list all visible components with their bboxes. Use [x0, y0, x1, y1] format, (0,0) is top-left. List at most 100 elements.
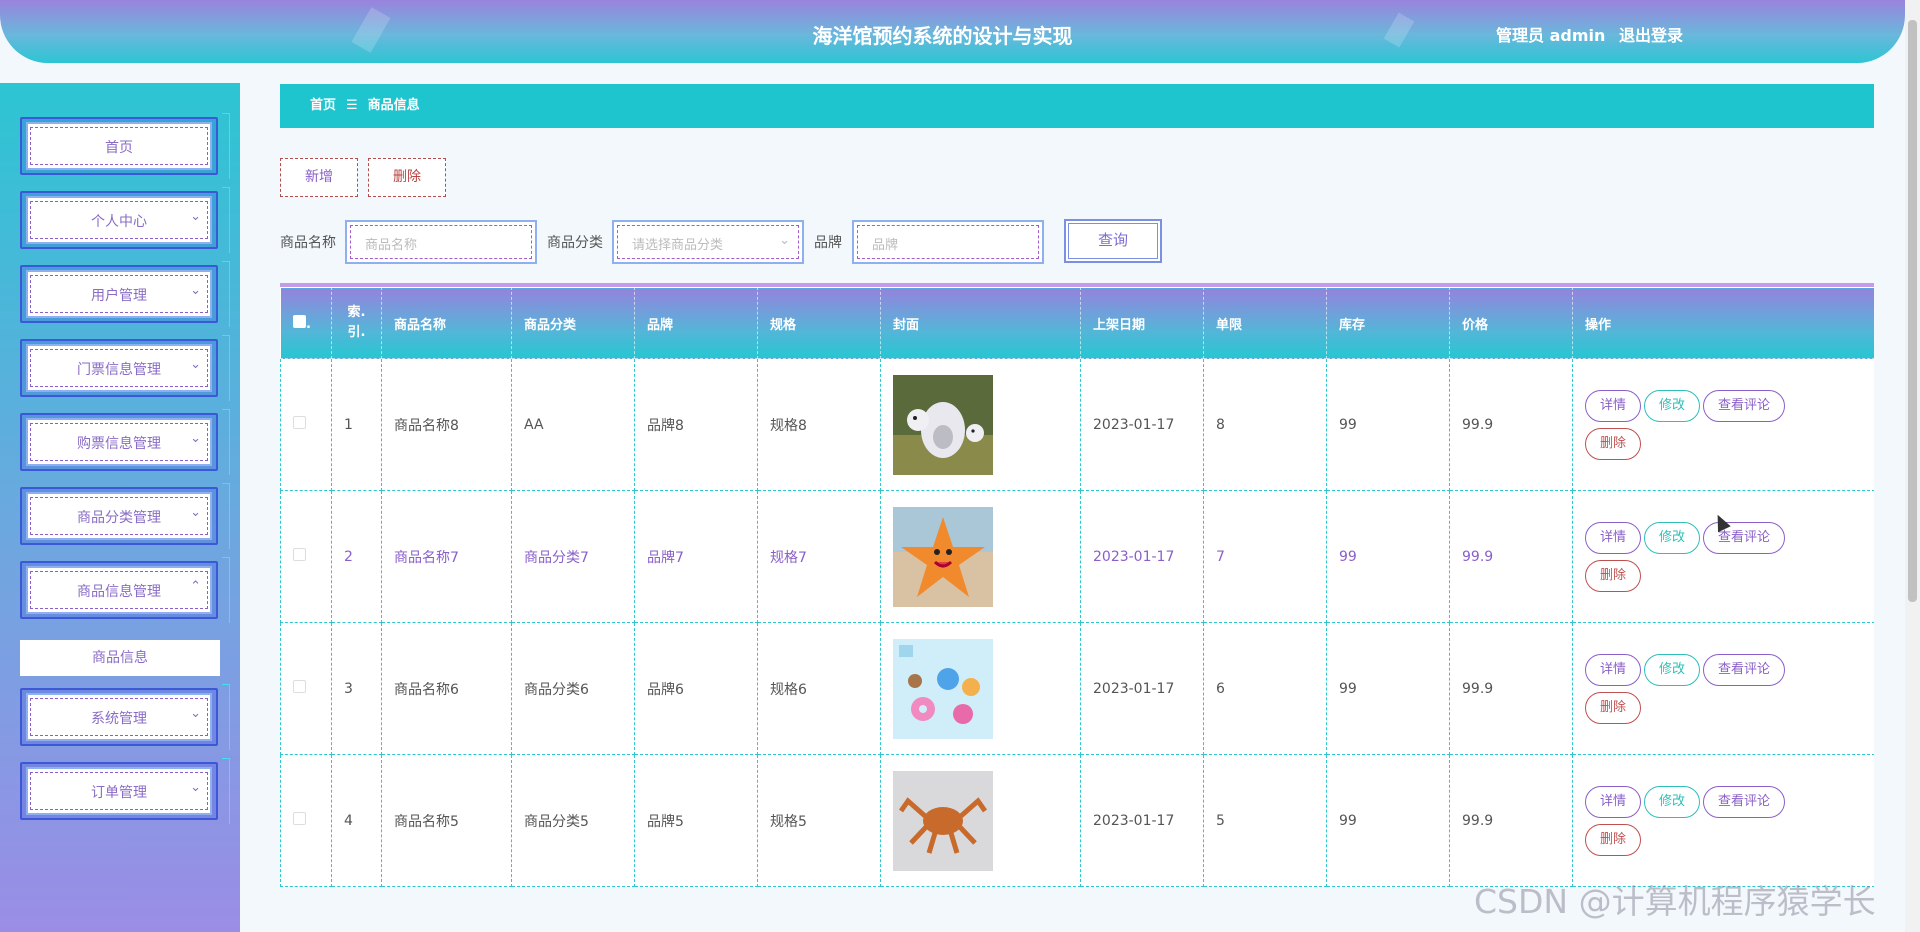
row-checkbox[interactable]	[293, 680, 306, 693]
delete-button[interactable]: 删除	[368, 158, 446, 197]
row-delete-button[interactable]: 删除	[1585, 823, 1642, 856]
menu-decoration	[222, 758, 230, 824]
row-checkbox[interactable]	[293, 548, 306, 561]
select-all-header[interactable]: .	[280, 287, 332, 359]
page-scrollbar[interactable]	[1905, 0, 1920, 932]
breadcrumb-home[interactable]: 首页	[310, 98, 336, 113]
chevron-down-icon: ⌄	[190, 505, 201, 520]
detail-button[interactable]: 详情	[1585, 785, 1642, 818]
detail-button[interactable]: 详情	[1585, 653, 1642, 686]
menu-decoration	[222, 684, 230, 750]
sidebar-item-5[interactable]: 商品分类管理 ⌄	[20, 483, 230, 549]
header-category: 商品分类	[511, 287, 635, 359]
edit-button[interactable]: 修改	[1644, 785, 1701, 818]
cover-image	[893, 506, 993, 607]
table-row[interactable]: 3 商品名称6 商品分类6 品牌6 规格6 2023-01-17 6 99 99.9 详情 修改 查看…	[280, 622, 1874, 755]
table-row[interactable]: 2 商品名称7 商品分类7 品牌7 规格7 2023-01-17 7 99 99.9 详情 修改 查看…	[280, 490, 1874, 623]
row-select-cell[interactable]	[280, 754, 332, 887]
name-placeholder: 商品名称	[365, 238, 418, 253]
cell-limit: 5	[1203, 754, 1327, 887]
table-row[interactable]: 1 商品名称8 AA 品牌8 规格8 2023-01-17 8 99 99.9 详情 修改 查看评论删…	[280, 358, 1874, 491]
detail-button[interactable]: 详情	[1585, 389, 1642, 422]
sidebar-item-7[interactable]: 系统管理 ⌄	[20, 684, 230, 750]
cell-brand: 品牌8	[634, 358, 758, 491]
select-all-checkbox[interactable]	[293, 314, 306, 328]
sidebar-item-8[interactable]: 订单管理 ⌄	[20, 758, 230, 824]
category-label: 商品分类	[547, 235, 603, 251]
cell-name: 商品名称7	[381, 490, 512, 623]
row-checkbox[interactable]	[293, 416, 306, 429]
cell-date: 2023-01-17	[1080, 358, 1204, 491]
row-checkbox[interactable]	[293, 812, 306, 825]
cell-date: 2023-01-17	[1080, 622, 1204, 755]
chevron-up-icon: ⌃	[190, 579, 201, 594]
sidebar-item-6[interactable]: 商品信息管理 ⌃	[20, 557, 230, 623]
table-row[interactable]: 4 商品名称5 商品分类5 品牌5 规格5 2023-01-17 5 99 99.9 详情 修改 查看…	[280, 754, 1874, 887]
query-button[interactable]: 查询	[1064, 219, 1162, 263]
cell-stock: 99	[1326, 490, 1450, 623]
sidebar-item-0[interactable]: 首页	[20, 113, 230, 179]
menu-decoration	[222, 483, 230, 549]
cell-limit: 7	[1203, 490, 1327, 623]
chevron-down-icon: ⌄	[190, 780, 201, 795]
menu-decoration	[222, 335, 230, 401]
submenu-item-product-info[interactable]: 商品信息	[20, 640, 220, 676]
name-input[interactable]: 商品名称	[345, 220, 537, 264]
user-label: 管理员 admin	[1496, 26, 1606, 45]
brand-input[interactable]: 品牌	[852, 220, 1044, 264]
cell-brand: 品牌6	[634, 622, 758, 755]
cell-actions: 详情 修改 查看评论删除	[1572, 754, 1874, 887]
cell-category: 商品分类6	[511, 622, 635, 755]
sidebar-item-2[interactable]: 用户管理 ⌄	[20, 261, 230, 327]
cell-spec: 规格8	[757, 358, 881, 491]
cover-image	[893, 770, 993, 871]
chevron-down-icon: ⌄	[190, 209, 201, 224]
cell-category: 商品分类5	[511, 754, 635, 887]
cell-spec: 规格6	[757, 622, 881, 755]
cell-price: 99.9	[1449, 622, 1573, 755]
cell-name: 商品名称6	[381, 622, 512, 755]
header-date: 上架日期	[1080, 287, 1204, 359]
cover-image	[893, 638, 993, 739]
breadcrumb-separator-icon: ☰	[346, 98, 358, 113]
add-button[interactable]: 新增	[280, 158, 358, 197]
menu-decoration	[222, 557, 230, 623]
cell-stock: 99	[1326, 358, 1450, 491]
category-placeholder: 请选择商品分类	[632, 238, 724, 253]
sidebar-item-4[interactable]: 购票信息管理 ⌄	[20, 409, 230, 475]
cell-stock: 99	[1326, 622, 1450, 755]
edit-button[interactable]: 修改	[1644, 653, 1701, 686]
category-select[interactable]: 请选择商品分类 ⌄	[612, 220, 804, 264]
view-comments-button[interactable]: 查看评论	[1703, 653, 1786, 686]
logout-link[interactable]: 退出登录	[1619, 26, 1683, 45]
row-delete-button[interactable]: 删除	[1585, 559, 1642, 592]
sidebar-item-label: 商品信息管理	[77, 584, 161, 600]
sidebar-item-label: 订单管理	[91, 785, 147, 801]
row-delete-button[interactable]: 删除	[1585, 427, 1642, 460]
cell-limit: 6	[1203, 622, 1327, 755]
detail-button[interactable]: 详情	[1585, 521, 1642, 554]
sidebar-item-1[interactable]: 个人中心 ⌄	[20, 187, 230, 253]
view-comments-button[interactable]: 查看评论	[1703, 389, 1786, 422]
sidebar-item-label: 商品分类管理	[77, 510, 161, 526]
row-select-cell[interactable]	[280, 490, 332, 623]
edit-button[interactable]: 修改	[1644, 521, 1701, 554]
cell-index: 3	[331, 622, 382, 755]
row-select-cell[interactable]	[280, 358, 332, 491]
cover-image	[893, 374, 993, 475]
user-info: 管理员 admin 退出登录	[1488, 22, 1683, 46]
view-comments-button[interactable]: 查看评论	[1703, 785, 1786, 818]
row-select-cell[interactable]	[280, 622, 332, 755]
cell-name: 商品名称5	[381, 754, 512, 887]
cell-actions: 详情 修改 查看评论 删除	[1572, 490, 1874, 623]
header-price: 价格	[1449, 287, 1573, 359]
header-stock: 库存	[1326, 287, 1450, 359]
scrollbar-thumb[interactable]	[1908, 20, 1917, 602]
header-limit: 单限	[1203, 287, 1327, 359]
row-delete-button[interactable]: 删除	[1585, 691, 1642, 724]
chevron-down-icon: ⌄	[779, 233, 790, 248]
sidebar-item-3[interactable]: 门票信息管理 ⌄	[20, 335, 230, 401]
cell-spec: 规格7	[757, 490, 881, 623]
edit-button[interactable]: 修改	[1644, 389, 1701, 422]
breadcrumb: 首页 ☰ 商品信息	[280, 84, 1874, 128]
